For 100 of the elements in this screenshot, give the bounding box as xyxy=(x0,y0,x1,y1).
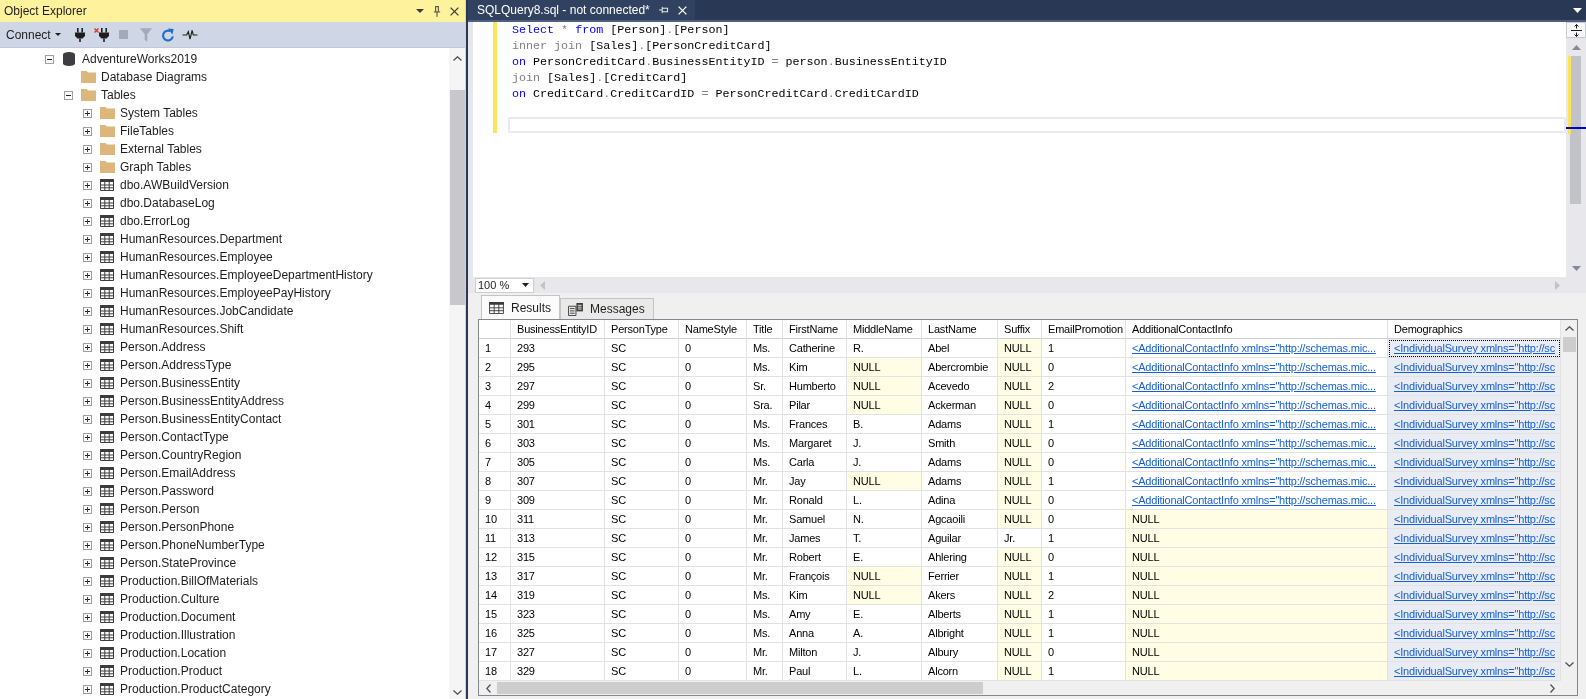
tab[interactable]: Messages xyxy=(560,298,654,319)
tree-item[interactable]: AdventureWorks2019 xyxy=(82,52,198,66)
zoom-dropdown[interactable]: 100 % xyxy=(475,277,534,293)
tree-item[interactable]: dbo.ErrorLog xyxy=(120,214,191,228)
tree-item[interactable]: Production.Location xyxy=(120,646,227,660)
tree-item[interactable]: HumanResources.EmployeeDepartmentHistory xyxy=(120,268,373,282)
tree-item[interactable]: Person.StateProvince xyxy=(120,556,237,570)
plus-box-icon[interactable] xyxy=(83,576,92,586)
tree-item[interactable]: Person.BusinessEntityAddress xyxy=(120,394,285,408)
xml-link[interactable]: <IndividualSurvey xmlns="http://sc xyxy=(1394,456,1555,468)
plus-box-icon[interactable] xyxy=(83,486,92,496)
xml-link[interactable]: <IndividualSurvey xmlns="http://sc xyxy=(1394,418,1555,430)
column-header[interactable]: LastName xyxy=(922,320,998,339)
xml-link[interactable]: <IndividualSurvey xmlns="http://sc xyxy=(1394,437,1555,449)
column-header[interactable]: Title xyxy=(747,320,783,339)
caret-icon[interactable] xyxy=(1573,7,1582,13)
plus-box-icon[interactable] xyxy=(83,414,92,424)
horizontal-scrollbar[interactable]: 100 % xyxy=(468,277,1586,293)
plus-box-icon[interactable] xyxy=(83,504,92,514)
close-icon[interactable] xyxy=(450,6,459,16)
triangle-down-icon[interactable] xyxy=(1571,265,1581,271)
plus-box-icon[interactable] xyxy=(83,378,92,388)
column-header[interactable]: MiddleName xyxy=(847,320,922,339)
split-icon[interactable] xyxy=(1566,22,1586,38)
tree-item[interactable]: dbo.AWBuildVersion xyxy=(120,178,229,192)
xml-link[interactable]: <IndividualSurvey xmlns="http://sc xyxy=(1394,494,1555,506)
plus-box-icon[interactable] xyxy=(83,198,92,208)
horizontal-scrollbar[interactable] xyxy=(479,681,1577,695)
minus-box-icon[interactable] xyxy=(64,90,73,100)
plus-box-icon[interactable] xyxy=(83,666,92,676)
xml-link[interactable]: <IndividualSurvey xmlns="http://sc xyxy=(1394,532,1555,544)
vertical-scrollbar[interactable] xyxy=(449,48,465,699)
tree-item[interactable]: HumanResources.Employee xyxy=(120,250,273,264)
tree-item[interactable]: Person.Person xyxy=(120,502,200,516)
tree-item[interactable]: dbo.DatabaseLog xyxy=(120,196,215,210)
minus-box-icon[interactable] xyxy=(45,54,54,64)
pulse-icon[interactable] xyxy=(181,29,198,40)
tree-item[interactable]: Person.BusinessEntityContact xyxy=(120,412,282,426)
xml-link[interactable]: <AdditionalContactInfo xmlns="http://schemas.mic... xyxy=(1132,437,1376,449)
column-header[interactable]: FirstName xyxy=(783,320,847,339)
plus-box-icon[interactable] xyxy=(83,342,92,352)
column-header[interactable]: PersonType xyxy=(605,320,679,339)
tree-item[interactable]: HumanResources.JobCandidate xyxy=(120,304,294,318)
plus-box-icon[interactable] xyxy=(83,684,92,694)
plus-box-icon[interactable] xyxy=(83,180,92,190)
xml-link[interactable]: <IndividualSurvey xmlns="http://sc xyxy=(1394,608,1555,620)
chevron-up-icon[interactable] xyxy=(1564,326,1574,331)
tree-item[interactable]: Person.PhoneNumberType xyxy=(120,538,265,552)
xml-link[interactable]: <AdditionalContactInfo xmlns="http://schemas.mic... xyxy=(1132,380,1376,392)
plus-box-icon[interactable] xyxy=(83,450,92,460)
plus-box-icon[interactable] xyxy=(83,396,92,406)
chevron-right-icon[interactable] xyxy=(1549,683,1555,693)
scrollbar-thumb[interactable] xyxy=(449,90,465,305)
scrollbar-thumb[interactable] xyxy=(1562,337,1576,352)
tree-item[interactable]: HumanResources.Department xyxy=(120,232,283,246)
plus-box-icon[interactable] xyxy=(83,594,92,604)
tree-item[interactable]: Person.ContactType xyxy=(120,430,229,444)
plus-box-icon[interactable] xyxy=(83,234,92,244)
tree-item[interactable]: Production.Illustration xyxy=(120,628,236,642)
plug-icon[interactable] xyxy=(74,27,85,42)
scrollbar-thumb[interactable] xyxy=(1570,56,1581,204)
xml-link[interactable]: <IndividualSurvey xmlns="http://sc xyxy=(1394,361,1555,373)
chevron-up-icon[interactable] xyxy=(452,55,462,61)
plus-box-icon[interactable] xyxy=(83,630,92,640)
tree-item[interactable]: Production.ProductCategory xyxy=(120,682,271,696)
plus-box-icon[interactable] xyxy=(83,162,92,172)
tree-item[interactable]: Person.AddressType xyxy=(120,358,232,372)
xml-link[interactable]: <IndividualSurvey xmlns="http://sc xyxy=(1394,665,1555,677)
tree-item[interactable]: HumanResources.Shift xyxy=(120,322,244,336)
plus-box-icon[interactable] xyxy=(83,558,92,568)
plus-box-icon[interactable] xyxy=(83,288,92,298)
tree-item[interactable]: Production.BillOfMaterials xyxy=(120,574,259,588)
plus-box-icon[interactable] xyxy=(83,522,92,532)
tree-item[interactable]: Person.PersonPhone xyxy=(120,520,235,534)
triangle-up-icon[interactable] xyxy=(1571,44,1581,50)
xml-link[interactable]: <IndividualSurvey xmlns="http://sc xyxy=(1394,513,1555,525)
tree-item[interactable]: Person.CountryRegion xyxy=(120,448,242,462)
tree-item[interactable]: FileTables xyxy=(120,124,175,138)
xml-link[interactable]: <IndividualSurvey xmlns="http://sc xyxy=(1394,627,1555,639)
xml-link[interactable]: <AdditionalContactInfo xmlns="http://schemas.mic... xyxy=(1132,399,1376,411)
tab[interactable]: Results xyxy=(481,295,560,319)
plus-box-icon[interactable] xyxy=(83,360,92,370)
column-header[interactable]: AdditionalContactInfo xyxy=(1126,320,1388,339)
plus-box-icon[interactable] xyxy=(83,216,92,226)
chevron-left-icon[interactable] xyxy=(485,683,491,693)
refresh-icon[interactable] xyxy=(160,27,175,42)
plus-box-icon[interactable] xyxy=(83,648,92,658)
plus-box-icon[interactable] xyxy=(83,108,92,118)
tree-item[interactable]: Database Diagrams xyxy=(101,70,208,84)
plug-cross-icon[interactable] xyxy=(94,27,110,42)
tree-item[interactable]: Graph Tables xyxy=(120,160,192,174)
xml-link[interactable]: <IndividualSurvey xmlns="http://sc xyxy=(1394,646,1555,658)
pin-icon[interactable] xyxy=(433,5,441,17)
xml-link[interactable]: <IndividualSurvey xmlns="http://sc xyxy=(1394,342,1555,354)
plus-box-icon[interactable] xyxy=(83,324,92,334)
tree-item[interactable]: Person.EmailAddress xyxy=(120,466,236,480)
xml-link[interactable]: <IndividualSurvey xmlns="http://sc xyxy=(1394,399,1555,411)
xml-link[interactable]: <IndividualSurvey xmlns="http://sc xyxy=(1394,475,1555,487)
tree-item[interactable]: Person.BusinessEntity xyxy=(120,376,241,390)
plus-box-icon[interactable] xyxy=(83,126,92,136)
